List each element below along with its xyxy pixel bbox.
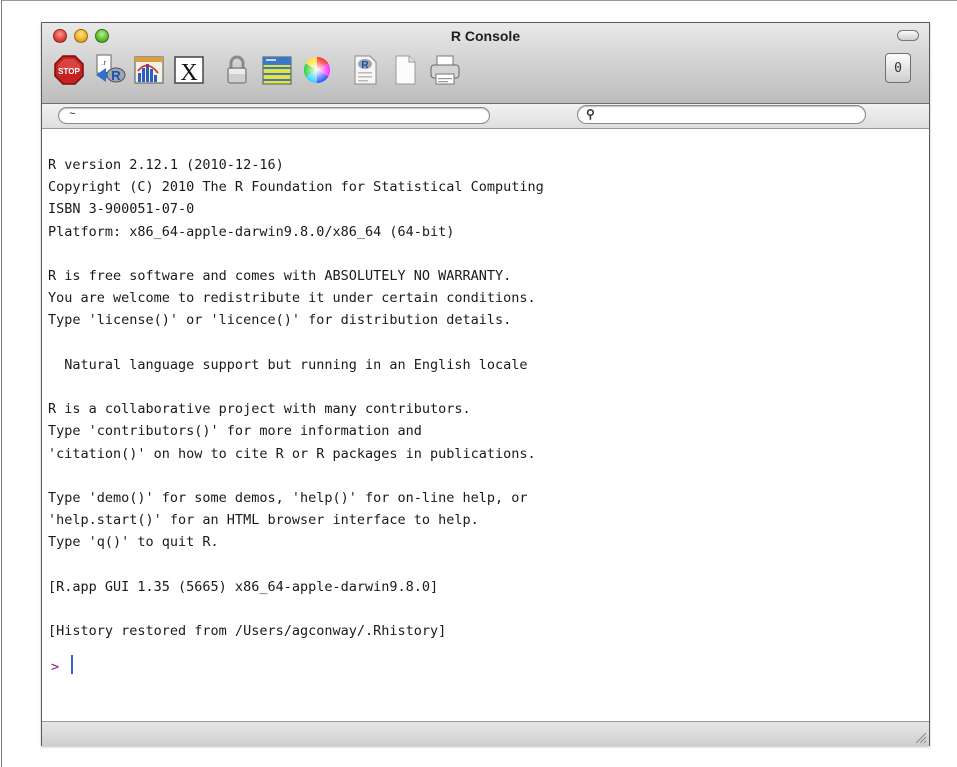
svg-text:R: R [361, 60, 369, 71]
new-document-button[interactable] [388, 53, 422, 87]
drawer-icon: 0 [894, 60, 902, 76]
show-history-button[interactable] [260, 53, 294, 87]
source-script-button[interactable]: .r R [92, 53, 126, 87]
stop-icon: STOP [54, 55, 84, 85]
text-cursor [71, 655, 73, 674]
svg-text:R: R [111, 68, 121, 83]
working-directory-value: ~ [69, 109, 76, 121]
toggle-drawer-button[interactable]: 0 [885, 53, 911, 83]
window-title: R Console [450, 28, 521, 44]
console-output[interactable]: R version 2.12.1 (2010-12-16) Copyright … [42, 129, 929, 721]
x11-button[interactable]: X [172, 53, 206, 87]
stop-label: STOP [58, 67, 80, 76]
search-field[interactable]: ⚲ [577, 105, 866, 124]
page-border-top [1, 0, 957, 1]
print-button[interactable] [428, 53, 462, 87]
x11-label: X [180, 60, 197, 86]
authorize-button[interactable] [220, 53, 254, 87]
new-document-icon [395, 55, 416, 85]
toolbar-toggle-button[interactable] [897, 30, 919, 41]
working-directory-field[interactable]: ~ [58, 107, 490, 124]
quartz-plot-button[interactable] [132, 53, 166, 87]
status-bar [42, 721, 929, 746]
print-icon [430, 55, 460, 85]
x11-icon: X [174, 56, 204, 86]
svg-text:.r: .r [102, 60, 107, 67]
show-history-icon [262, 56, 292, 85]
stop-button[interactable]: STOP [52, 53, 86, 87]
color-wheel-icon [303, 56, 331, 84]
source-script-icon: .r R [96, 54, 126, 83]
resize-grip-icon[interactable] [913, 730, 927, 744]
search-icon: ⚲ [586, 107, 595, 121]
authorize-lock-icon [227, 55, 247, 84]
search-input[interactable] [602, 107, 856, 123]
toolbar: STOP .r R X R 0 [52, 51, 912, 95]
page-border-left [1, 0, 2, 767]
open-document-button[interactable]: R [348, 53, 382, 87]
console-text: R version 2.12.1 (2010-12-16) Copyright … [48, 157, 544, 640]
console-prompt: > [51, 659, 60, 675]
open-document-icon: R [354, 55, 377, 85]
r-console-window: R Console STOP .r R X R 0 ~ ⚲ R version … [41, 22, 930, 746]
color-picker-button[interactable] [300, 53, 334, 87]
quartz-plot-icon [134, 56, 164, 84]
title-bar: R Console STOP .r R X R 0 [42, 23, 929, 104]
path-bar: ~ ⚲ [42, 104, 929, 129]
